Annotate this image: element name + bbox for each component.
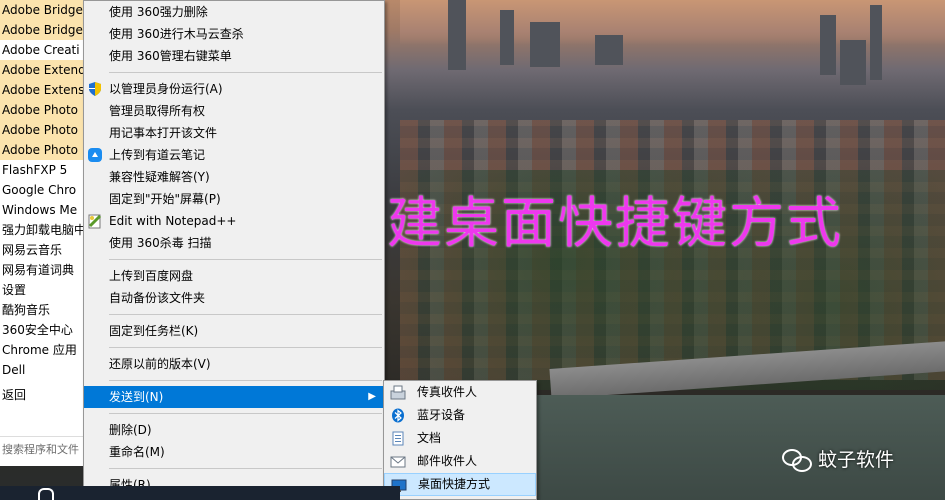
start-menu-item[interactable]: 酷狗音乐 xyxy=(0,300,86,320)
start-menu-item[interactable]: Adobe Bridge xyxy=(0,20,86,40)
menu-item-label: 文档 xyxy=(417,431,442,445)
context-menu-item[interactable]: 兼容性疑难解答(Y) xyxy=(84,166,384,188)
send-to-item[interactable]: 文档 xyxy=(384,427,536,450)
menu-separator xyxy=(109,468,382,469)
search-icon[interactable] xyxy=(38,488,54,500)
start-menu-item[interactable]: Adobe Creati xyxy=(0,40,86,60)
menu-item-label: 上传到有道云笔记 xyxy=(109,148,206,162)
menu-item-label: 发送到(N) xyxy=(109,390,164,404)
context-menu-item[interactable]: 上传到百度网盘 xyxy=(84,265,384,287)
start-menu-item[interactable]: Dell xyxy=(0,360,86,380)
send-to-item[interactable]: 桌面快捷方式 xyxy=(384,473,536,496)
context-menu-item[interactable]: 上传到有道云笔记 xyxy=(84,144,384,166)
start-menu-item[interactable]: Chrome 应用 xyxy=(0,340,86,360)
search-programs-input[interactable]: 搜索程序和文件 xyxy=(0,436,86,463)
start-menu-item[interactable]: Adobe Photo xyxy=(0,120,86,140)
documents-icon xyxy=(390,431,406,446)
start-menu-program-list: Adobe Bridge Adobe Bridge Adobe Creati Adob… xyxy=(0,0,86,466)
context-menu-item[interactable]: 用记事本打开该文件 xyxy=(84,122,384,144)
menu-item-label: 重命名(M) xyxy=(109,445,165,459)
tutorial-title: 创建桌面快捷键方式 xyxy=(330,191,844,255)
menu-item-label: 用记事本打开该文件 xyxy=(109,126,218,140)
menu-item-label: 上传到百度网盘 xyxy=(109,269,194,283)
context-menu-item[interactable]: 还原以前的版本(V) xyxy=(84,353,384,375)
back-button[interactable]: 返回 xyxy=(0,384,86,406)
menu-item-label: 固定到"开始"屏幕(P) xyxy=(109,192,221,206)
start-menu-item[interactable]: Google Chro xyxy=(0,180,86,200)
menu-separator xyxy=(109,413,382,414)
start-menu-item[interactable]: 设置 xyxy=(0,280,86,300)
menu-item-label: 传真收件人 xyxy=(417,385,478,399)
watermark-text: 蚊子软件 xyxy=(818,449,895,471)
youdao-note-icon xyxy=(87,147,103,163)
start-menu-item[interactable]: Adobe Bridge xyxy=(0,0,86,20)
watermark: 蚊子软件 xyxy=(782,445,894,472)
menu-item-label: Edit with Notepad++ xyxy=(109,214,237,228)
context-menu-item[interactable]: 使用 360强力删除 xyxy=(84,1,384,23)
menu-item-label: 兼容性疑难解答(Y) xyxy=(109,170,210,184)
start-menu-item[interactable]: 网易有道词典 xyxy=(0,260,86,280)
start-menu-item[interactable]: Adobe Extend xyxy=(0,60,86,80)
mail-icon xyxy=(390,454,406,469)
context-menu-item[interactable]: 使用 360管理右键菜单 xyxy=(84,45,384,67)
send-to-item[interactable]: 传真收件人 xyxy=(384,381,536,404)
menu-item-label: 邮件收件人 xyxy=(417,454,478,468)
send-to-item[interactable]: 邮件收件人 xyxy=(384,450,536,473)
start-menu-item[interactable]: 360安全中心 xyxy=(0,320,86,340)
taskbar xyxy=(0,486,400,500)
bluetooth-icon xyxy=(390,408,406,423)
send-to-item[interactable]: 蓝牙设备 xyxy=(384,404,536,427)
context-menu-item[interactable]: 发送到(N) ▶ xyxy=(84,386,384,408)
fax-icon xyxy=(390,385,406,400)
start-menu-item[interactable]: Adobe Photo xyxy=(0,140,86,160)
context-menu-item[interactable]: 删除(D) xyxy=(84,419,384,441)
menu-item-label: 固定到任务栏(K) xyxy=(109,324,199,338)
menu-separator xyxy=(109,259,382,260)
context-menu-item[interactable]: 使用 360进行木马云查杀 xyxy=(84,23,384,45)
menu-item-label: 管理员取得所有权 xyxy=(109,104,206,118)
context-menu-item[interactable]: 管理员取得所有权 xyxy=(84,100,384,122)
context-menu-item[interactable]: 固定到任务栏(K) xyxy=(84,320,384,342)
notepadpp-icon xyxy=(87,213,103,229)
menu-item-label: 以管理员身份运行(A) xyxy=(109,82,223,96)
menu-item-label: 蓝牙设备 xyxy=(417,408,466,422)
menu-separator xyxy=(109,314,382,315)
start-menu-item[interactable]: Adobe Photo xyxy=(0,100,86,120)
context-menu-item[interactable]: 重命名(M) xyxy=(84,441,384,463)
menu-separator xyxy=(109,380,382,381)
context-menu: 使用 360强力删除使用 360进行木马云查杀 使用 360管理右键菜单 以管理员身… xyxy=(83,0,385,500)
context-menu-item[interactable]: 使用 360杀毒 扫描 xyxy=(84,232,384,254)
context-menu-item[interactable]: 自动备份该文件夹 xyxy=(84,287,384,309)
start-menu-item[interactable]: Windows Me xyxy=(0,200,86,220)
context-menu-item[interactable]: Edit with Notepad++ xyxy=(84,210,384,232)
start-menu-item[interactable]: 网易云音乐 xyxy=(0,240,86,260)
menu-item-label: 桌面快捷方式 xyxy=(418,477,491,491)
menu-item-label: 自动备份该文件夹 xyxy=(109,291,206,305)
wechat-icon xyxy=(782,447,812,472)
menu-item-label: 删除(D) xyxy=(109,423,152,437)
start-menu-item[interactable]: 强力卸载电脑中 xyxy=(0,220,86,240)
menu-separator xyxy=(109,347,382,348)
submenu-arrow-icon: ▶ xyxy=(368,391,376,402)
context-menu-item[interactable]: 固定到"开始"屏幕(P) xyxy=(84,188,384,210)
menu-separator xyxy=(109,72,382,73)
uac-shield-icon xyxy=(87,81,103,97)
menu-item-label: 使用 360进行木马云查杀 xyxy=(109,27,244,41)
start-menu-item[interactable]: FlashFXP 5 xyxy=(0,160,86,180)
context-menu-item[interactable]: 以管理员身份运行(A) xyxy=(84,78,384,100)
start-menu-item[interactable]: Adobe Extens xyxy=(0,80,86,100)
menu-item-label: 使用 360强力删除 xyxy=(109,5,208,19)
menu-item-label: 还原以前的版本(V) xyxy=(109,357,211,371)
menu-item-label: 使用 360管理右键菜单 xyxy=(109,49,232,63)
send-to-submenu: 传真收件人蓝牙设备文档邮件收件人桌面快捷方式 xyxy=(383,380,537,500)
menu-item-label: 使用 360杀毒 扫描 xyxy=(109,236,212,250)
